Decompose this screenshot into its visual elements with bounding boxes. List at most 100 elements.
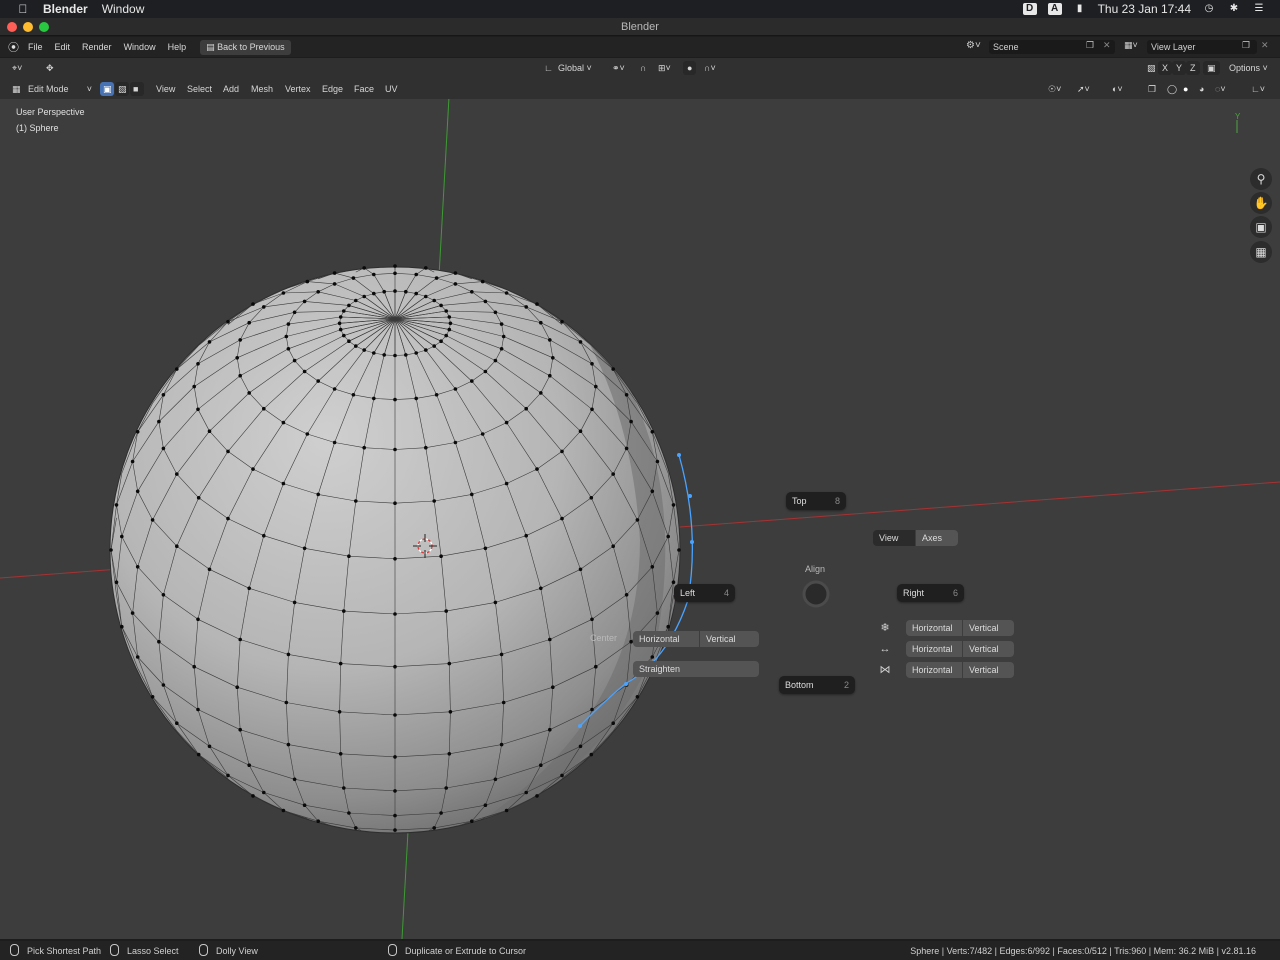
- mesh-vertex: [524, 305, 528, 309]
- object-visibility-icon[interactable]: ☉˅: [1044, 82, 1065, 96]
- view-layer-field[interactable]: View Layer: [1147, 40, 1257, 54]
- pie-left-button[interactable]: Left 4: [674, 584, 735, 602]
- menu-window[interactable]: Window: [124, 42, 156, 52]
- mesh-vertex: [196, 752, 201, 757]
- delete-view-layer-icon[interactable]: ✕: [1261, 40, 1269, 51]
- axis-y-toggle[interactable]: Y: [1172, 61, 1187, 75]
- mesh-vertex: [671, 503, 676, 507]
- mesh-vertex: [251, 302, 255, 306]
- distribute-vertical-button[interactable]: Vertical: [963, 620, 1014, 636]
- grid-icon[interactable]: ▦: [1250, 241, 1272, 263]
- 3d-viewport[interactable]: Y User Perspective (1) Sphere ⚲ ✋ ▣ ▦ To…: [0, 99, 1280, 939]
- mesh-vertex: [439, 339, 443, 344]
- close-window-button[interactable]: [7, 22, 17, 32]
- menu-vertex[interactable]: Vertex: [281, 82, 315, 96]
- equalize-horizontal-button[interactable]: Horizontal: [906, 641, 963, 657]
- snap-icon[interactable]: ∩: [636, 61, 650, 75]
- mesh-vertex: [362, 294, 367, 299]
- menu-uv[interactable]: UV: [381, 82, 402, 96]
- blender-logo-icon[interactable]: ⦿: [8, 39, 20, 55]
- equalize-vertical-button[interactable]: Vertical: [963, 641, 1014, 657]
- edge-select-mode-icon[interactable]: ▧: [115, 82, 129, 96]
- new-view-layer-icon[interactable]: ❐: [1242, 40, 1250, 51]
- pie-top-button[interactable]: Top 8: [786, 492, 846, 510]
- center-vertical-button[interactable]: Vertical: [700, 631, 759, 647]
- mesh-vertex: [130, 611, 135, 615]
- pan-hand-icon[interactable]: ✋: [1250, 192, 1272, 214]
- pie-bottom-button[interactable]: Bottom 2: [779, 676, 855, 694]
- zoom-icon[interactable]: ⚲: [1250, 168, 1272, 190]
- menu-window[interactable]: Window: [102, 2, 145, 16]
- snap-target-icon[interactable]: ⊞˅: [654, 61, 675, 75]
- axes-toggle[interactable]: Axes: [916, 530, 958, 546]
- menubar-datetime[interactable]: Thu 23 Jan 17:44: [1098, 2, 1191, 16]
- mesh-vertex: [135, 565, 140, 569]
- mesh-vertex: [444, 786, 449, 790]
- apple-icon[interactable]: : [16, 2, 30, 16]
- dropbox-icon[interactable]: D: [1022, 3, 1037, 15]
- battery-icon[interactable]: ▮: [1073, 3, 1087, 15]
- bluetooth-icon[interactable]: ✱: [1227, 3, 1241, 15]
- menu-render[interactable]: Render: [82, 42, 112, 52]
- menu-add[interactable]: Add: [219, 82, 243, 96]
- new-scene-icon[interactable]: ❐: [1086, 40, 1094, 51]
- editor-type-icon[interactable]: ∟˅: [1247, 82, 1269, 96]
- menu-select[interactable]: Select: [183, 82, 216, 96]
- material-shading-icon[interactable]: ◕: [1195, 82, 1208, 96]
- straighten-button[interactable]: Straighten: [633, 661, 759, 677]
- xray-icon[interactable]: ❐: [1144, 82, 1160, 96]
- mesh-vertex: [175, 472, 179, 476]
- hint-duplicate-extrude: Duplicate or Extrude to Cursor: [405, 946, 527, 956]
- control-center-icon[interactable]: ☰: [1252, 3, 1266, 15]
- gizmo-icon[interactable]: ➚˅: [1073, 82, 1094, 96]
- back-icon: ▤: [206, 41, 218, 52]
- menu-face[interactable]: Face: [350, 82, 378, 96]
- pivot-point-icon[interactable]: ⚭˅: [608, 61, 629, 75]
- view-toggle[interactable]: View: [873, 530, 916, 546]
- scene-field[interactable]: Scene: [989, 40, 1115, 54]
- pie-right-button[interactable]: Right 6: [897, 584, 964, 602]
- mesh-vertex: [130, 459, 135, 464]
- minimize-window-button[interactable]: [23, 22, 33, 32]
- distribute-horizontal-button[interactable]: Horizontal: [906, 620, 963, 636]
- tool-settings-icon[interactable]: ⌖˅: [8, 61, 26, 75]
- view-layer-icon[interactable]: ▦˅: [1124, 40, 1138, 51]
- time-machine-icon[interactable]: ◷: [1202, 3, 1216, 15]
- falloff-icon[interactable]: ∩˅: [700, 61, 720, 75]
- mesh-vertex: [439, 811, 443, 815]
- menu-mesh[interactable]: Mesh: [247, 82, 277, 96]
- scene-icon[interactable]: ⚙˅: [966, 40, 981, 51]
- face-select-mode-icon[interactable]: ■: [130, 82, 144, 96]
- topology-mirror-icon[interactable]: ▣: [1203, 61, 1220, 75]
- rendered-shading-icon[interactable]: ◌˅: [1211, 82, 1230, 96]
- vertex-select-mode-icon[interactable]: ▣: [100, 82, 114, 96]
- pivot-vertical-button[interactable]: Vertical: [963, 662, 1014, 678]
- overlays-icon[interactable]: ◐˅: [1108, 82, 1127, 96]
- back-to-previous-button[interactable]: ▤ Back to Previous: [200, 39, 291, 55]
- view-layer-name: View Layer: [1151, 42, 1196, 52]
- menu-edge[interactable]: Edge: [318, 82, 347, 96]
- options-dropdown[interactable]: Options ˅: [1225, 61, 1272, 75]
- menu-view[interactable]: View: [152, 82, 179, 96]
- menu-file[interactable]: File: [28, 42, 43, 52]
- app-menu-blender[interactable]: Blender: [43, 2, 88, 16]
- axis-x-toggle[interactable]: X: [1158, 61, 1173, 75]
- pivot-horizontal-button[interactable]: Horizontal: [906, 662, 963, 678]
- mode-dropdown[interactable]: Edit Mode ˅: [24, 82, 94, 96]
- delete-scene-icon[interactable]: ✕: [1103, 40, 1111, 51]
- mesh-vertex: [114, 503, 119, 507]
- zoom-window-button[interactable]: [39, 22, 49, 32]
- camera-icon[interactable]: ▣: [1250, 216, 1272, 238]
- orientation-dropdown[interactable]: Global ˅: [554, 61, 596, 75]
- axis-z-toggle[interactable]: Z: [1186, 61, 1200, 75]
- transform-icon[interactable]: ✥: [42, 61, 58, 75]
- menu-help[interactable]: Help: [168, 42, 187, 52]
- proportional-edit-icon[interactable]: ●: [683, 61, 697, 75]
- menu-edit[interactable]: Edit: [55, 42, 71, 52]
- mesh-vertex: [480, 279, 485, 284]
- back-to-previous-label: Back to Previous: [217, 41, 285, 52]
- pivot-icon: ⋈: [879, 664, 891, 676]
- input-source-icon[interactable]: A: [1047, 3, 1062, 15]
- center-horizontal-button[interactable]: Horizontal: [633, 631, 700, 647]
- solid-shading-icon[interactable]: ●: [1179, 82, 1192, 96]
